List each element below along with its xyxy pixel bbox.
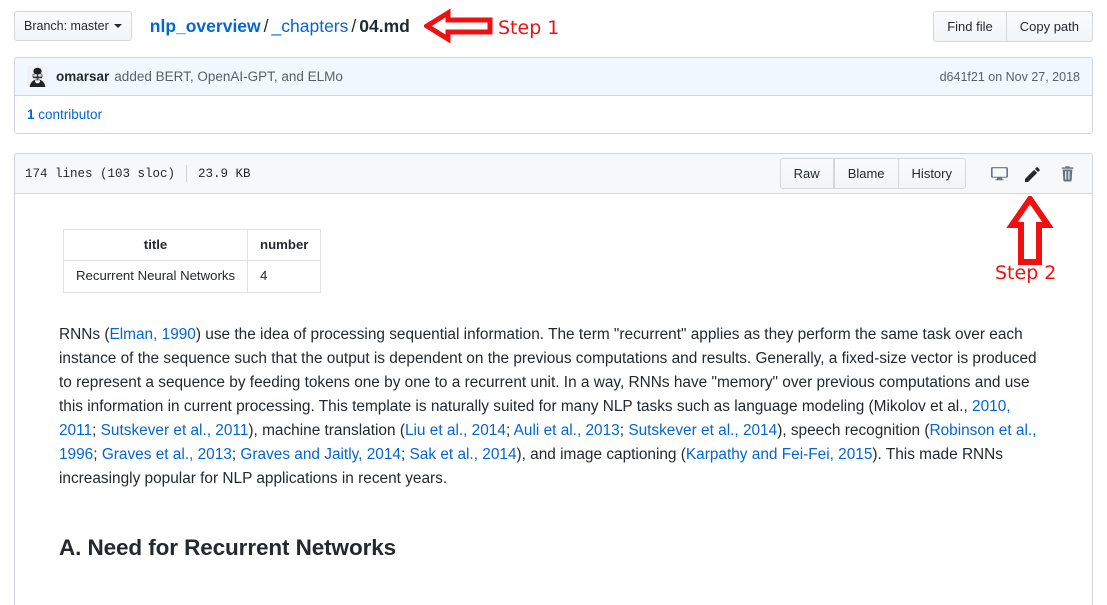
table-header-row: title number — [62, 228, 322, 262]
find-file-button[interactable]: Find file — [933, 10, 1007, 42]
commit-meta[interactable]: d641f21 on Nov 27, 2018 — [940, 70, 1080, 84]
commit-message[interactable]: added BERT, OpenAI-GPT, and ELMo — [114, 69, 343, 84]
file-stats-divider — [186, 165, 188, 182]
branch-selector-label: Branch: master — [24, 19, 109, 33]
breadcrumb-repo-link[interactable]: nlp_overview — [150, 16, 261, 36]
trash-icon[interactable] — [1053, 160, 1082, 188]
file-line-count: 174 lines (103 sloc) — [25, 166, 176, 181]
breadcrumb-separator-2: / — [351, 15, 357, 36]
citation-link-sak-2014[interactable]: Sak et al., 2014 — [410, 446, 517, 463]
section-heading: A. Need for Recurrent Networks — [59, 535, 397, 561]
contributors-row: 1 contributor — [15, 96, 1092, 133]
para-text-4: ), machine translation ( — [248, 422, 405, 440]
step2-annotation-label: Step 2 — [995, 262, 1057, 284]
step1-annotation-label: Step 1 — [498, 17, 560, 39]
history-button[interactable]: History — [898, 158, 966, 189]
para-text-5: ; — [505, 422, 514, 440]
table-cell-number: 4 — [247, 260, 322, 293]
para-text-8: ; — [93, 446, 102, 464]
para-text-10: ; — [400, 446, 410, 464]
copy-path-button[interactable]: Copy path — [1006, 10, 1093, 42]
para-text-1: RNNs ( — [59, 325, 110, 343]
file-actions: Raw Blame History — [779, 158, 1082, 189]
citation-link-graves-2013[interactable]: Graves et al., 2013 — [102, 446, 232, 463]
citation-link-graves-jaitly-2014[interactable]: Graves and Jaitly, 2014 — [240, 446, 401, 463]
commit-author[interactable]: omarsar — [56, 69, 109, 84]
blame-button[interactable]: Blame — [833, 158, 899, 189]
github-file-view-page: Branch: master nlp_overview / _chapters/04… — [0, 0, 1107, 605]
citation-link-sutskever-2011[interactable]: Sutskever et al., 2011 — [101, 422, 249, 439]
table-header-title: title — [62, 228, 249, 262]
desktop-download-icon[interactable] — [985, 160, 1014, 188]
table-row: Recurrent Neural Networks 4 — [62, 260, 322, 293]
citation-link-auli-2013[interactable]: Auli et al., 2013 — [514, 422, 620, 439]
breadcrumb-dir-link[interactable]: _chapters — [272, 16, 349, 36]
latest-commit-row: omarsar added BERT, OpenAI-GPT, and ELMo… — [15, 58, 1092, 96]
para-text-2: ) use the idea of processing sequential … — [59, 325, 1037, 415]
para-text-11: ), and image captioning ( — [516, 446, 686, 464]
file-content-box: 174 lines (103 sloc) 23.9 KB Raw Blame H… — [14, 153, 1093, 605]
chevron-down-icon — [113, 24, 122, 28]
file-header-toolbar: 174 lines (103 sloc) 23.9 KB Raw Blame H… — [15, 154, 1092, 194]
latest-commit-box: omarsar added BERT, OpenAI-GPT, and ELMo… — [14, 57, 1093, 134]
breadcrumb-file-name: 04.md — [359, 15, 410, 36]
contributors-link[interactable]: 1 contributor — [27, 107, 102, 122]
file-size: 23.9 KB — [198, 166, 251, 181]
file-stats: 174 lines (103 sloc) 23.9 KB — [25, 165, 251, 182]
pencil-icon[interactable] — [1019, 160, 1048, 188]
raw-button[interactable]: Raw — [779, 158, 834, 189]
citation-link-sutskever-2014[interactable]: Sutskever et al., 2014 — [628, 422, 777, 439]
citation-link-elman-1990[interactable]: Elman, 1990 — [109, 326, 195, 343]
para-text-3: ; — [92, 422, 101, 440]
intro-paragraph: RNNs (Elman, 1990) use the idea of proce… — [59, 323, 1044, 491]
branch-selector-button[interactable]: Branch: master — [14, 11, 132, 41]
breadcrumb: nlp_overview / _chapters/04.md — [150, 16, 410, 37]
file-path-button-group: Find file Copy path — [933, 10, 1093, 42]
topbar-actions: Find file Copy path — [933, 10, 1093, 42]
frontmatter-table: title number Recurrent Neural Networks 4 — [62, 228, 322, 293]
para-text-7: ), speech recognition ( — [777, 422, 930, 440]
contributors-label: contributor — [38, 107, 103, 122]
avatar[interactable] — [27, 66, 48, 87]
table-cell-title: Recurrent Neural Networks — [62, 260, 249, 293]
table-header-number: number — [247, 228, 322, 262]
citation-link-liu-2014[interactable]: Liu et al., 2014 — [405, 422, 506, 439]
markdown-content: title number Recurrent Neural Networks 4… — [15, 194, 1092, 590]
citation-link-karpathy-feifei-2015[interactable]: Karpathy and Fei-Fei, 2015 — [686, 446, 873, 463]
breadcrumb-separator-1: / — [263, 15, 269, 36]
contributors-count: 1 — [27, 107, 35, 122]
file-view-button-group: Raw Blame History — [779, 158, 966, 189]
